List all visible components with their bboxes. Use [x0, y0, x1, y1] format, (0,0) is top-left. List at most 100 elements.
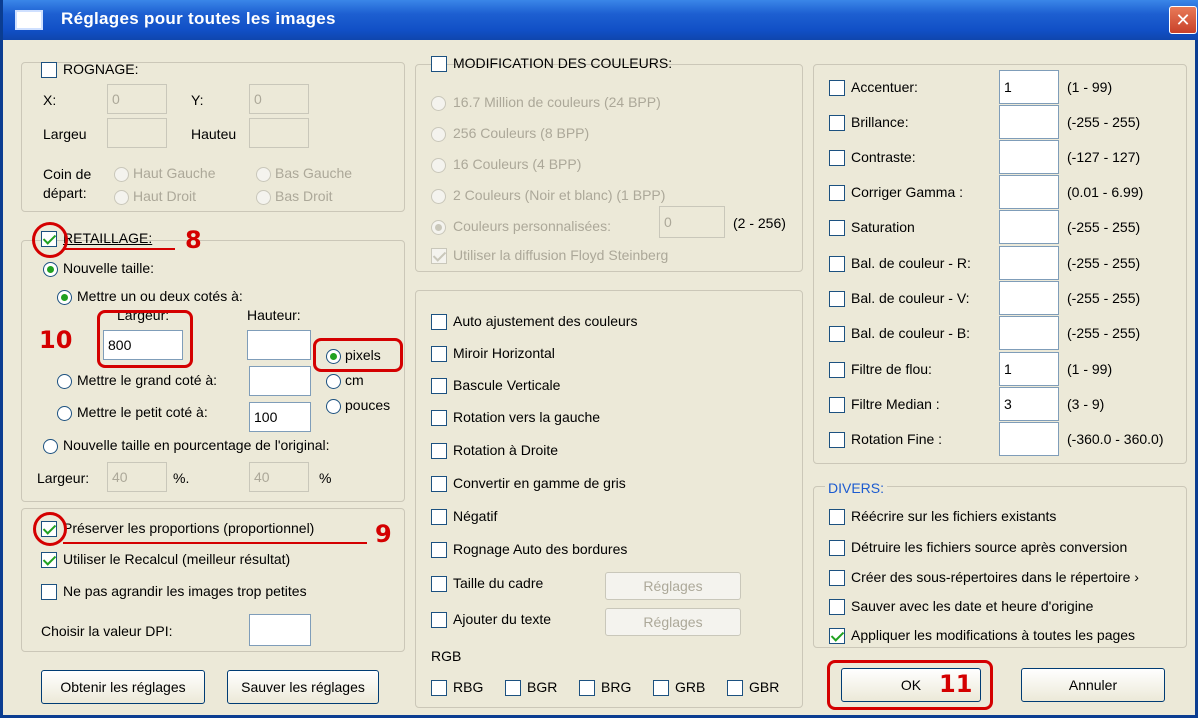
adjust-checkbox-0[interactable]: [829, 80, 845, 96]
resize-hauteur-input[interactable]: [247, 330, 311, 360]
radio-grand-cote[interactable]: [57, 374, 72, 389]
radio-mettre-un-ou-deux[interactable]: [57, 290, 72, 305]
adjust-checkbox-10[interactable]: [829, 432, 845, 448]
floyd-label: Utiliser la diffusion Floyd Steinberg: [453, 247, 669, 263]
adjust-input-0[interactable]: [999, 70, 1059, 104]
transform-checkbox-5[interactable]: [431, 476, 447, 492]
radio-nouvelle-taille[interactable]: [43, 262, 58, 277]
grand-cote-input[interactable]: [249, 366, 311, 396]
radio-pouces[interactable]: [326, 399, 341, 414]
rgb-checkbox-gbr[interactable]: [727, 680, 743, 696]
adjust-input-8[interactable]: [999, 352, 1059, 386]
adjust-input-7[interactable]: [999, 316, 1059, 350]
floyd-checkbox[interactable]: [431, 248, 447, 264]
transform-checkbox-9[interactable]: [431, 612, 447, 628]
annuler-button[interactable]: Annuler: [1021, 668, 1165, 702]
radio-haut-droit[interactable]: [114, 190, 129, 205]
divers-label-2: Créer des sous-répertoires dans le réper…: [851, 569, 1139, 585]
transform-checkbox-8[interactable]: [431, 576, 447, 592]
radio-bas-droit[interactable]: [256, 190, 271, 205]
adjust-input-3[interactable]: [999, 175, 1059, 209]
rgb-checkbox-brg[interactable]: [579, 680, 595, 696]
radio-couleurs-1bpp[interactable]: [431, 189, 446, 204]
dpi-input[interactable]: [249, 614, 311, 646]
x-input[interactable]: [107, 84, 167, 114]
radio-couleurs-24bpp[interactable]: [431, 96, 446, 111]
transform-checkbox-2[interactable]: [431, 378, 447, 394]
adjust-input-5[interactable]: [999, 246, 1059, 280]
adjust-input-6[interactable]: [999, 281, 1059, 315]
divers-checkbox-3[interactable]: [829, 599, 845, 615]
rgb-checkbox-grb[interactable]: [653, 680, 669, 696]
annotation-underline-preserver: [63, 542, 367, 544]
adjust-range-1: (-255 - 255): [1067, 114, 1141, 130]
adjust-range-8: (1 - 99): [1067, 361, 1113, 377]
radio-haut-gauche[interactable]: [114, 167, 129, 182]
adjust-input-1[interactable]: [999, 105, 1059, 139]
nouvelle-taille-label: Nouvelle taille:: [63, 260, 155, 276]
x-label: X:: [43, 92, 57, 108]
grand-cote-label: Mettre le grand coté à:: [77, 372, 218, 388]
adjust-checkbox-1[interactable]: [829, 115, 845, 131]
y-input[interactable]: [249, 84, 309, 114]
divers-checkbox-1[interactable]: [829, 540, 845, 556]
adjust-range-6: (-255 - 255): [1067, 290, 1141, 306]
taille-cadre-reglages-button[interactable]: Réglages: [605, 572, 741, 600]
adjust-range-10: (-360.0 - 360.0): [1067, 431, 1164, 447]
adjust-checkbox-2[interactable]: [829, 150, 845, 166]
couleurs-custom-input[interactable]: [659, 206, 725, 238]
haut-gauche-label: Haut Gauche: [133, 165, 216, 181]
transform-checkbox-3[interactable]: [431, 410, 447, 426]
annotation-circle-preserver: [33, 512, 67, 546]
divers-checkbox-0[interactable]: [829, 509, 845, 525]
radio-bas-gauche[interactable]: [256, 167, 271, 182]
radio-couleurs-custom[interactable]: [431, 220, 446, 235]
transform-checkbox-1[interactable]: [431, 346, 447, 362]
adjust-checkbox-8[interactable]: [829, 362, 845, 378]
radio-couleurs-8bpp[interactable]: [431, 127, 446, 142]
pct-sign-1: %.: [173, 470, 190, 486]
adjust-range-2: (-127 - 127): [1067, 149, 1141, 165]
rgb-checkbox-rbg[interactable]: [431, 680, 447, 696]
transform-checkbox-0[interactable]: [431, 314, 447, 330]
divers-checkbox-2[interactable]: [829, 570, 845, 586]
adjust-checkbox-7[interactable]: [829, 326, 845, 342]
transform-label-8: Taille du cadre: [453, 575, 544, 591]
ne-pas-agrandir-checkbox[interactable]: [41, 584, 57, 600]
adjust-checkbox-5[interactable]: [829, 256, 845, 272]
rgb-checkbox-bgr[interactable]: [505, 680, 521, 696]
transform-checkbox-7[interactable]: [431, 542, 447, 558]
haut-droit-label: Haut Droit: [133, 188, 197, 204]
divers-checkbox-4[interactable]: [829, 628, 845, 644]
pct-largeur-input[interactable]: [107, 462, 167, 492]
adjust-checkbox-3[interactable]: [829, 185, 845, 201]
radio-petit-cote[interactable]: [57, 406, 72, 421]
coin-label-2: départ:: [43, 185, 87, 201]
radio-cm[interactable]: [326, 374, 341, 389]
rognage-checkbox[interactable]: [41, 62, 57, 78]
recalcul-checkbox[interactable]: [41, 552, 57, 568]
sauver-reglages-button[interactable]: Sauver les réglages: [227, 670, 379, 704]
adjust-checkbox-9[interactable]: [829, 397, 845, 413]
adjust-input-10[interactable]: [999, 422, 1059, 456]
transform-label-6: Négatif: [453, 508, 498, 524]
ajouter-texte-reglages-button[interactable]: Réglages: [605, 608, 741, 636]
adjust-input-2[interactable]: [999, 140, 1059, 174]
petit-cote-input[interactable]: [249, 402, 311, 432]
transform-checkbox-4[interactable]: [431, 443, 447, 459]
pct-hauteur-input[interactable]: [249, 462, 309, 492]
close-button[interactable]: ✕: [1169, 6, 1197, 34]
rgb-label-gbr: GBR: [749, 679, 780, 695]
adjust-input-4[interactable]: [999, 210, 1059, 244]
radio-couleurs-4bpp[interactable]: [431, 158, 446, 173]
adjust-checkbox-6[interactable]: [829, 291, 845, 307]
couleurs-checkbox[interactable]: [431, 56, 447, 72]
largeur-input[interactable]: [107, 118, 167, 148]
transform-checkbox-6[interactable]: [431, 509, 447, 525]
radio-pourcentage[interactable]: [43, 439, 58, 454]
adjust-checkbox-4[interactable]: [829, 220, 845, 236]
adjust-input-9[interactable]: [999, 387, 1059, 421]
adjust-label-4: Saturation: [851, 219, 915, 235]
hauteur-input[interactable]: [249, 118, 309, 148]
obtenir-reglages-button[interactable]: Obtenir les réglages: [41, 670, 205, 704]
